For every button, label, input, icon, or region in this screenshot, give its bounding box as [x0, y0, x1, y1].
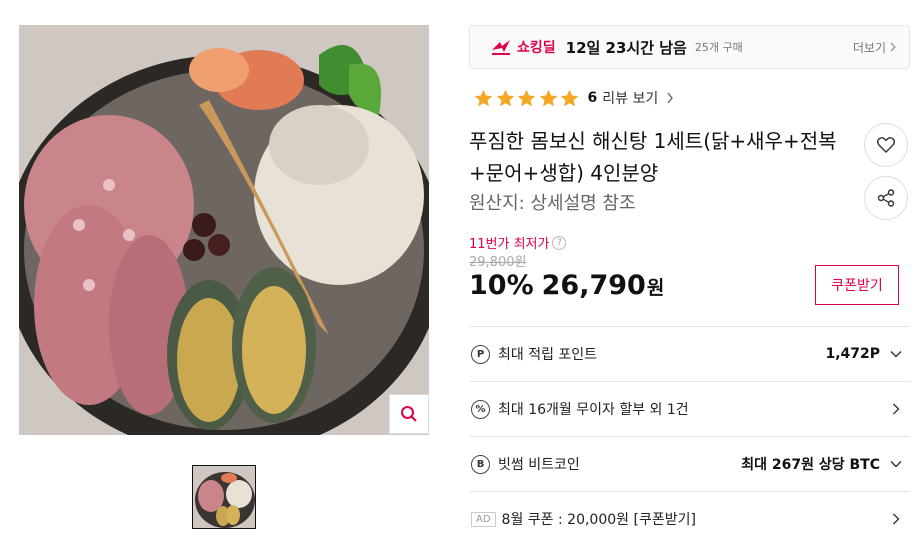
- heart-icon: [877, 137, 895, 153]
- chevron-right-icon: [890, 42, 896, 52]
- discount-rate: 10%: [469, 270, 534, 301]
- benefit-row-coupon-ad[interactable]: AD 8월 쿠폰 : 20,000원 [쿠폰받기]: [469, 491, 910, 546]
- sale-price-row: 10% 26,790 원: [469, 270, 664, 301]
- deal-bought-count: 25개 구매: [694, 41, 743, 54]
- deal-time-left: 12일 23시간 남음: [565, 38, 687, 57]
- currency-unit: 원: [646, 277, 665, 299]
- shocking-deal-icon: [492, 40, 510, 55]
- wishlist-button[interactable]: [864, 123, 908, 167]
- chevron-right-icon: [893, 513, 900, 525]
- star-icon: [496, 89, 514, 106]
- star-icon: [474, 89, 493, 106]
- review-link[interactable]: 리뷰 보기: [602, 88, 658, 108]
- zoom-button[interactable]: [389, 394, 429, 434]
- question-icon[interactable]: ?: [552, 235, 567, 250]
- benefit-row-installment[interactable]: % 최대 16개월 무이자 할부 외 1건: [469, 381, 910, 436]
- lowest-price-label: 11번가 최저가 ?: [469, 233, 567, 252]
- deal-more-label: 더보기: [852, 40, 886, 55]
- benefit-row-bitcoin[interactable]: B 빗썸 비트코인 최대 267원 상당 BTC: [469, 436, 910, 491]
- share-button[interactable]: [864, 176, 908, 220]
- star-icon: [560, 89, 579, 106]
- lowest-price-text: 11번가 최저가: [469, 237, 550, 252]
- benefit-label: 최대 16개월 무이자 할부 외 1건: [498, 402, 689, 418]
- seafood-soup-photo: [19, 25, 429, 435]
- benefit-value: 1,472P: [825, 346, 880, 362]
- thumbnail-1[interactable]: [192, 465, 256, 529]
- percent-icon: %: [471, 399, 490, 419]
- point-icon: P: [471, 344, 490, 364]
- benefit-label: 빗썸 비트코인: [498, 457, 580, 473]
- thumbnail-image: [193, 466, 255, 528]
- deal-more-link[interactable]: 더보기: [853, 39, 897, 56]
- chevron-down-icon: [890, 351, 902, 358]
- rating-summary[interactable]: 6 리뷰 보기: [473, 86, 674, 110]
- review-count: 6: [587, 90, 598, 106]
- product-main-image[interactable]: [19, 25, 429, 435]
- star-icon: [517, 89, 536, 106]
- deal-label: 쇼킹딜: [517, 40, 556, 56]
- ad-badge: AD: [471, 511, 496, 527]
- star-rating: [473, 88, 581, 109]
- chevron-right-icon: [893, 403, 900, 415]
- chevron-down-icon: [890, 461, 902, 468]
- shocking-deal-bar[interactable]: 쇼킹딜 12일 23시간 남음 25개 구매 더보기: [469, 25, 910, 69]
- chevron-right-icon: [667, 92, 674, 104]
- star-icon: [539, 89, 557, 106]
- product-origin: 원산지: 상세설명 참조: [469, 193, 636, 214]
- product-title: 푸짐한 몸보신 해신탕 1세트(닭+새우+전복+문어+생합) 4인분양: [469, 129, 837, 185]
- original-price: 29,800원: [469, 255, 527, 270]
- benefit-row-points[interactable]: P 최대 적립 포인트 1,472P: [469, 326, 910, 381]
- benefit-label: 8월 쿠폰 : 20,000원 [쿠폰받기]: [501, 512, 696, 528]
- benefit-label: 최대 적립 포인트: [498, 347, 598, 363]
- magnifier-icon: [401, 406, 417, 422]
- benefit-value: 최대 267원 상당 BTC: [741, 457, 880, 473]
- share-icon: [877, 189, 895, 207]
- sale-price: 26,790: [541, 270, 646, 301]
- coupon-download-button[interactable]: 쿠폰받기: [815, 265, 899, 305]
- bitcoin-icon: B: [471, 454, 490, 474]
